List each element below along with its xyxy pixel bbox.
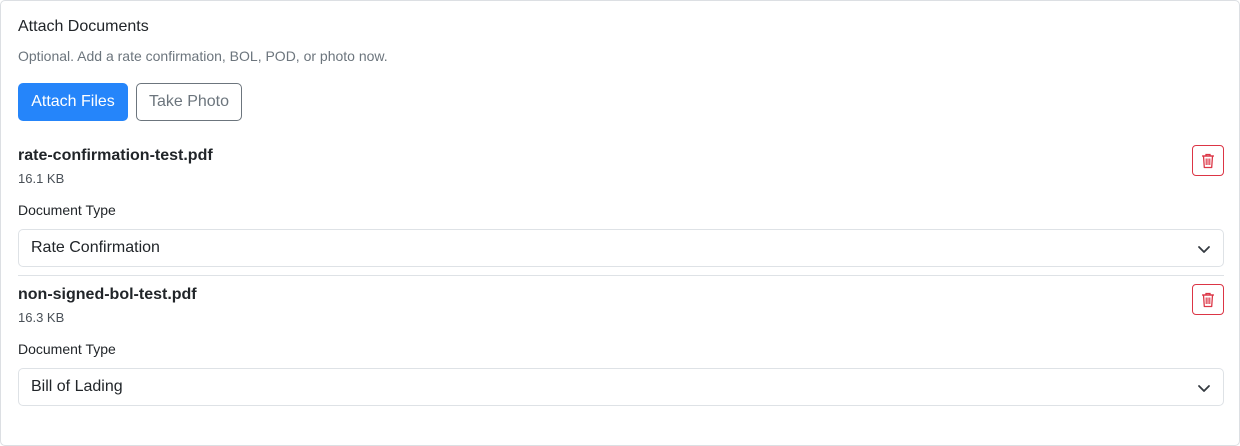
delete-file-button[interactable] — [1192, 284, 1224, 315]
trash-icon — [1202, 153, 1214, 168]
section-subtitle: Optional. Add a rate confirmation, BOL, … — [18, 48, 388, 64]
trash-icon — [1202, 292, 1214, 307]
section-title: Attach Documents — [18, 18, 149, 35]
document-type-select[interactable]: Bill of Lading — [18, 368, 1224, 406]
document-type-value: Rate Confirmation — [31, 239, 160, 256]
chevron-down-icon — [1198, 385, 1210, 392]
file-name: non-signed-bol-test.pdf — [18, 286, 197, 303]
document-type-label: Document Type — [18, 202, 116, 218]
document-type-label: Document Type — [18, 341, 116, 357]
document-type-value: Bill of Lading — [31, 378, 123, 395]
chevron-down-icon — [1198, 246, 1210, 253]
take-photo-button[interactable]: Take Photo — [136, 83, 242, 121]
delete-file-button[interactable] — [1192, 145, 1224, 176]
document-type-select[interactable]: Rate Confirmation — [18, 229, 1224, 267]
file-name: rate-confirmation-test.pdf — [18, 147, 213, 164]
file-size: 16.1 KB — [18, 171, 65, 186]
attach-documents-card: Attach Documents Optional. Add a rate co… — [0, 0, 1240, 446]
file-size: 16.3 KB — [18, 310, 65, 325]
file-divider — [18, 275, 1224, 276]
attach-files-button[interactable]: Attach Files — [18, 83, 128, 121]
